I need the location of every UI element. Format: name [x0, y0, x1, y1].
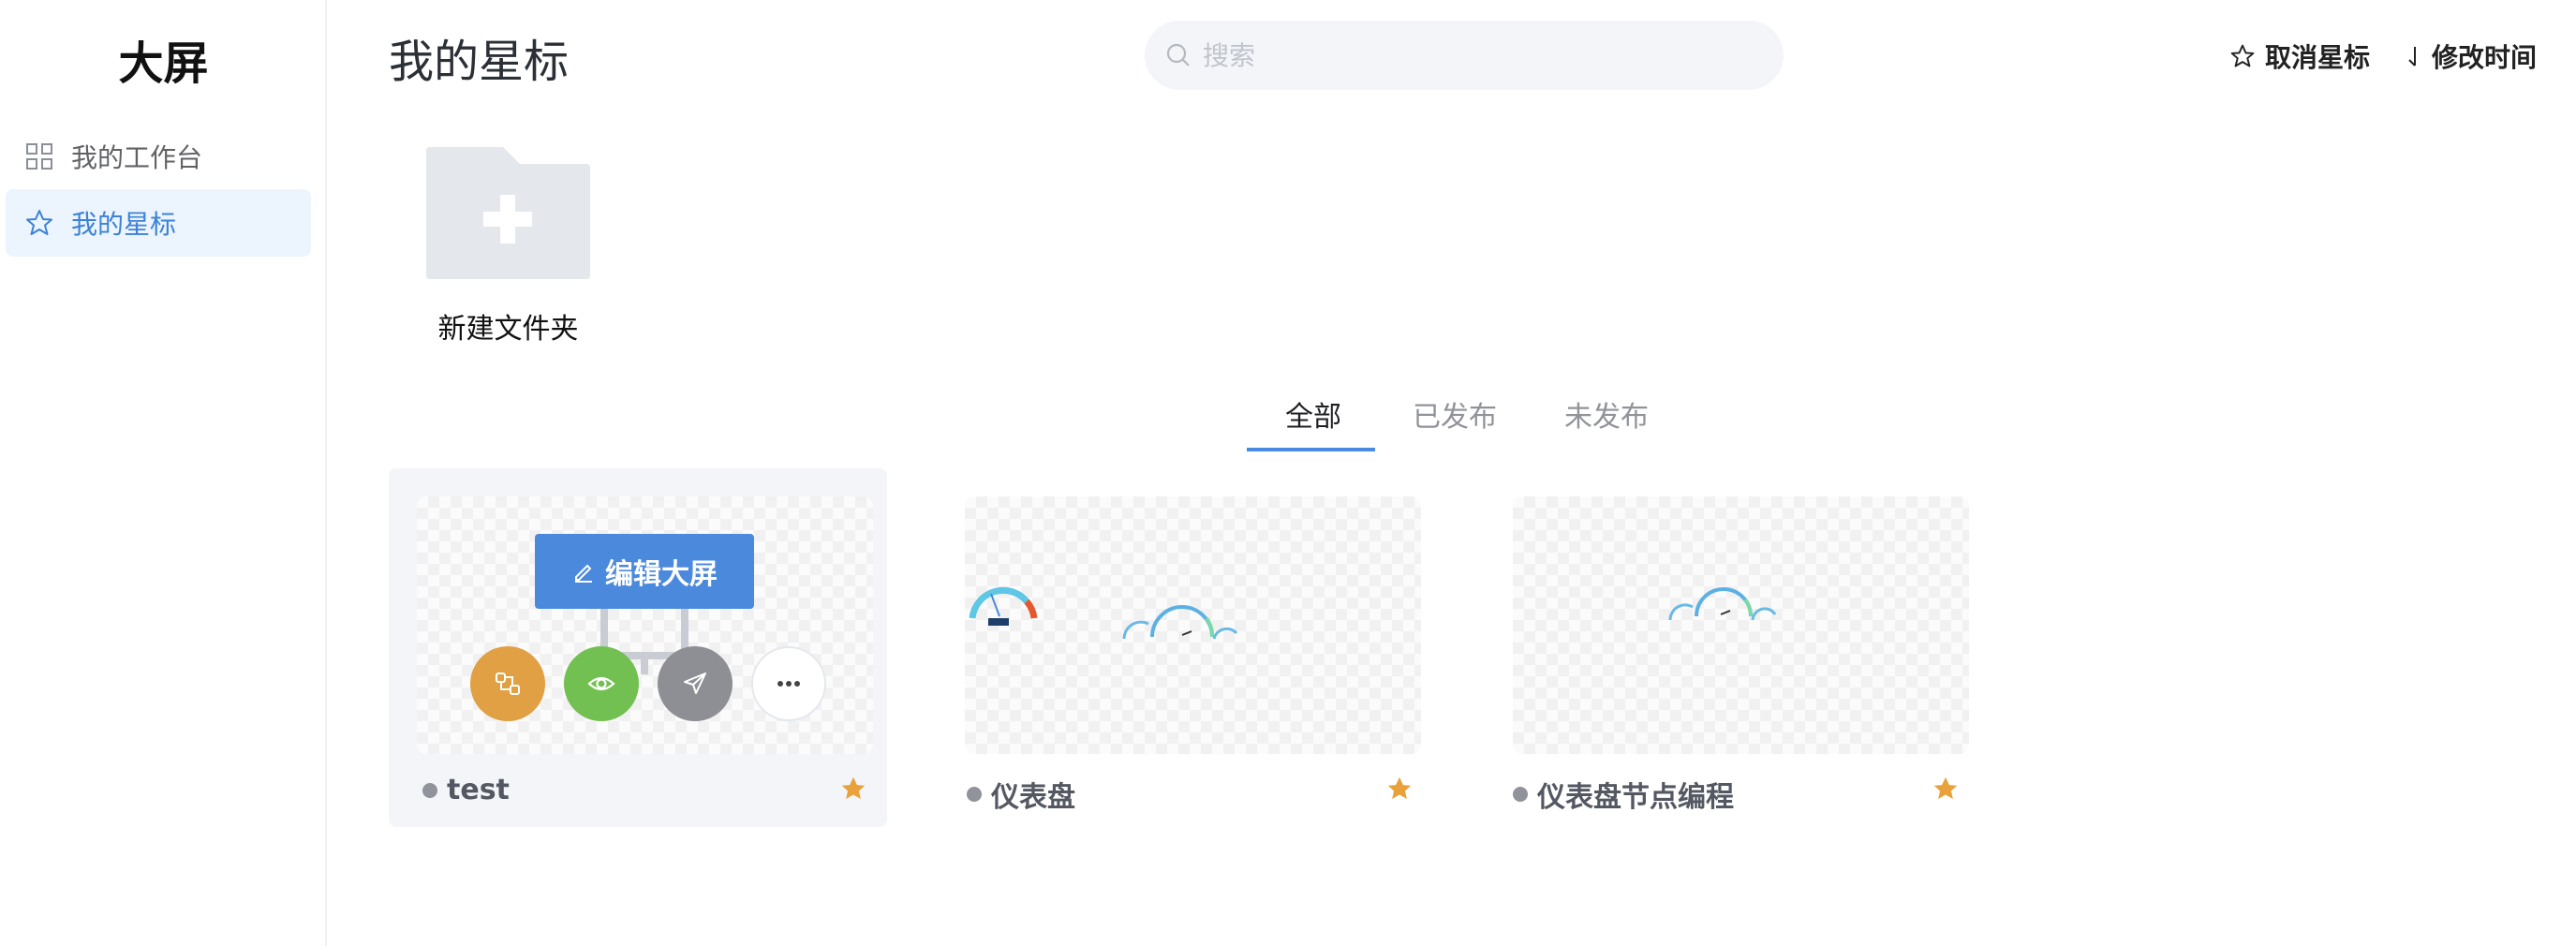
card-name[interactable]: 仪表盘	[991, 774, 1075, 815]
screen-card[interactable]: 仪表盘节点编程	[1483, 468, 1981, 827]
pencil-icon	[571, 559, 596, 584]
unstar-button[interactable]: 取消星标	[2229, 37, 2370, 75]
card-thumbnail	[965, 496, 1421, 754]
star-icon[interactable]	[1932, 776, 1959, 806]
card-name[interactable]: test	[447, 774, 510, 806]
gauge-preview-image	[969, 586, 1238, 640]
flow-icon	[496, 673, 520, 695]
screen-card[interactable]: 仪表盘	[937, 468, 1435, 827]
star-outline-icon	[2229, 43, 2256, 69]
page-title: 我的星标	[389, 36, 570, 88]
card-footer: 仪表盘	[967, 774, 1075, 815]
ellipsis-icon	[777, 681, 800, 687]
search-box[interactable]	[1145, 21, 1784, 90]
edit-screen-button[interactable]: 编辑大屏	[535, 534, 754, 609]
status-dot	[967, 787, 982, 802]
search-input[interactable]	[1203, 39, 1765, 71]
app-logo: 大屏	[118, 37, 209, 90]
sidebar-item-starred[interactable]: 我的星标	[6, 189, 311, 257]
sidebar-item-label: 我的星标	[71, 209, 177, 240]
star-icon[interactable]	[840, 776, 866, 806]
status-dot	[422, 782, 437, 798]
unstar-label: 取消星标	[2265, 42, 2371, 73]
card-thumbnail: 编辑大屏	[417, 496, 873, 754]
send-icon	[684, 673, 706, 694]
preview-button[interactable]	[564, 646, 639, 721]
star-icon	[24, 208, 54, 238]
card-footer: test	[422, 774, 510, 806]
edit-screen-label: 编辑大屏	[605, 558, 718, 591]
tab-unpublished[interactable]: 未发布	[1564, 393, 1649, 435]
tab-published[interactable]: 已发布	[1413, 393, 1497, 435]
gauge-preview-image	[1668, 587, 1777, 621]
publish-button[interactable]	[658, 646, 733, 721]
card-name[interactable]: 仪表盘节点编程	[1537, 774, 1734, 815]
sidebar-item-workbench[interactable]: 我的工作台	[6, 123, 311, 190]
search-icon	[1165, 42, 1192, 68]
grid-icon	[24, 141, 54, 171]
card-footer: 仪表盘节点编程	[1513, 774, 1734, 815]
more-button[interactable]	[751, 646, 826, 721]
tab-all[interactable]: 全部	[1285, 393, 1341, 435]
card-thumbnail	[1513, 496, 1969, 754]
eye-icon	[587, 676, 615, 691]
sidebar-item-label: 我的工作台	[71, 142, 203, 173]
new-folder-button[interactable]	[426, 143, 590, 279]
sort-label: 修改时间	[2432, 42, 2538, 73]
status-dot	[1513, 787, 1528, 802]
folder-plus-icon	[426, 147, 590, 279]
node-flow-button[interactable]	[470, 646, 545, 721]
sort-arrow-icon	[2406, 43, 2422, 69]
screen-card[interactable]: 编辑大屏 test	[389, 468, 887, 827]
star-icon[interactable]	[1386, 776, 1413, 806]
tab-active-indicator	[1247, 448, 1375, 451]
new-folder-label: 新建文件夹	[437, 313, 579, 346]
sidebar: 大屏 我的工作台 我的星标	[0, 0, 327, 946]
sort-by-modified-button[interactable]: 修改时间	[2406, 37, 2537, 75]
app-root: 大屏 我的工作台 我的星标 我的星标 搜索 取消星标 修改时间 新建文件夹 全部…	[0, 0, 2576, 946]
